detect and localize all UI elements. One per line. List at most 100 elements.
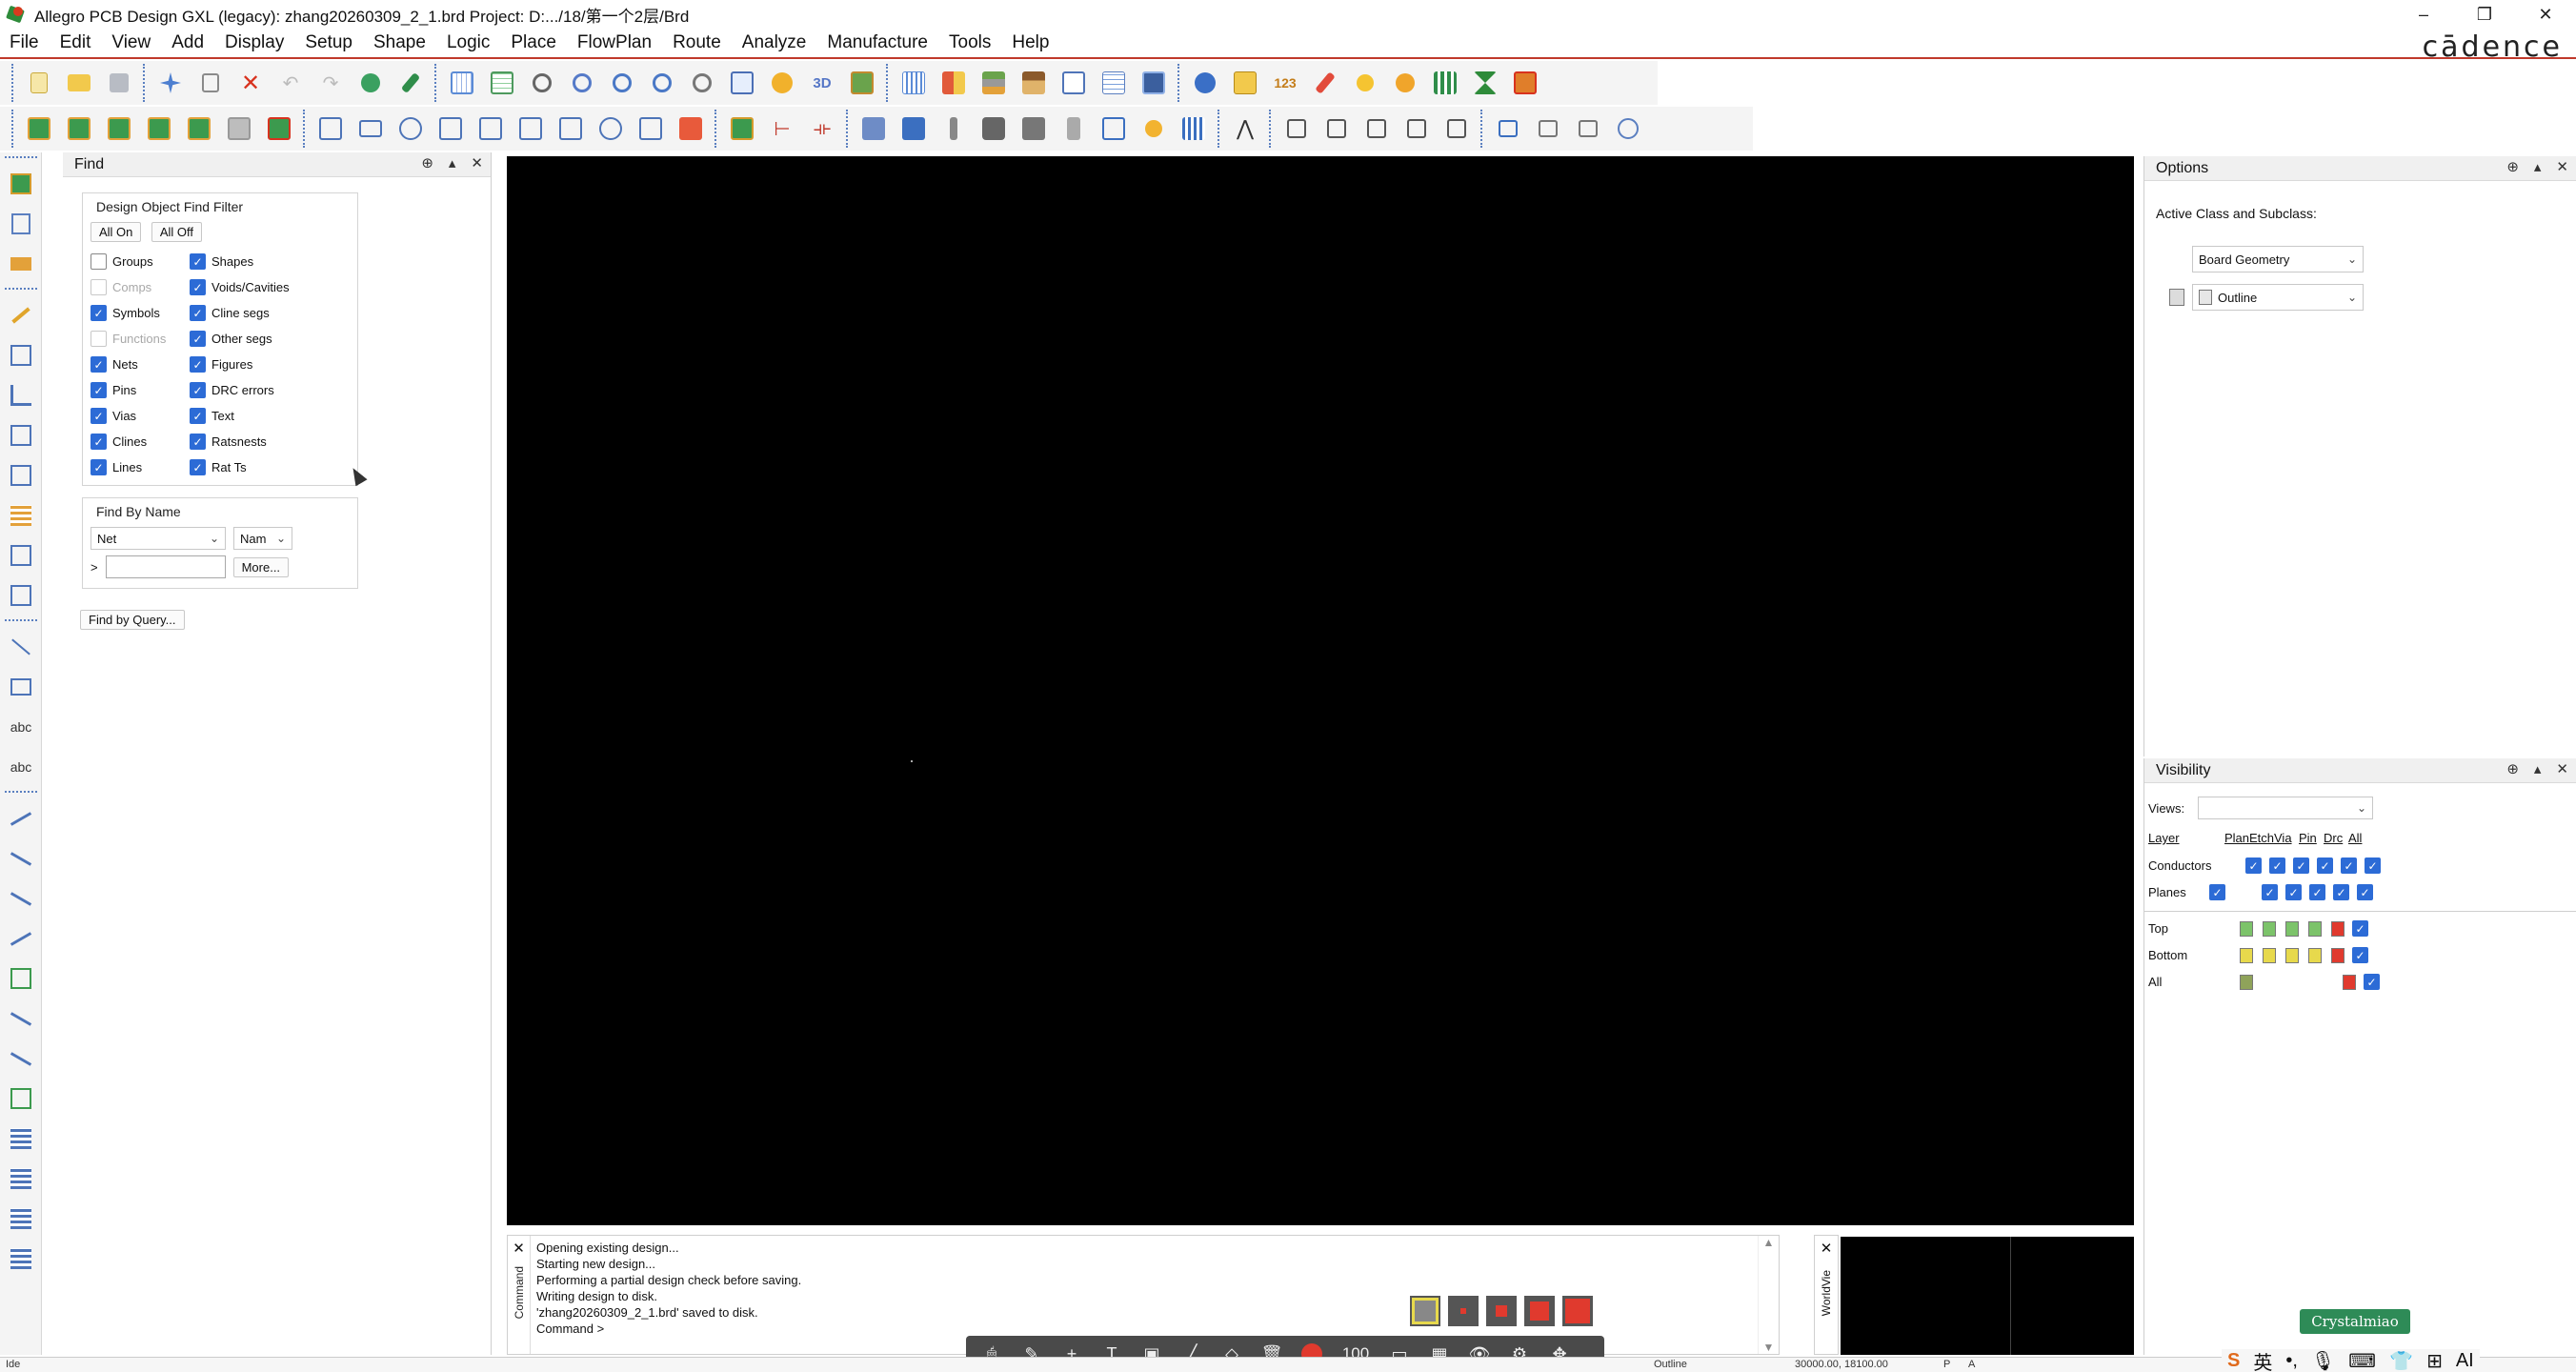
ai-icon[interactable]: AI bbox=[2456, 1350, 2474, 1372]
properties-icon[interactable] bbox=[1137, 67, 1170, 99]
etch-bottom-icon[interactable] bbox=[63, 112, 95, 145]
filter-vias[interactable]: Vias bbox=[91, 408, 190, 424]
conductors-pin-checkbox[interactable] bbox=[2317, 858, 2333, 874]
close-button[interactable]: ✕ bbox=[2515, 0, 2576, 29]
conductors-via-checkbox[interactable] bbox=[2293, 858, 2309, 874]
close-panel-icon[interactable]: ✕ bbox=[2556, 760, 2568, 777]
planes-plan-checkbox[interactable] bbox=[2209, 884, 2225, 900]
filter-lines[interactable]: Lines bbox=[91, 459, 190, 475]
scroll-down-icon[interactable]: ▼ bbox=[1763, 1341, 1775, 1354]
new-file-icon[interactable] bbox=[23, 67, 55, 99]
ime-language-icon[interactable]: 英 bbox=[2253, 1347, 2272, 1372]
subclass-select[interactable]: Outline ⌄ bbox=[2192, 284, 2364, 311]
conductors-etch-checkbox[interactable] bbox=[2269, 858, 2285, 874]
menu-setup[interactable]: Setup bbox=[294, 32, 363, 53]
crystalmiao-badge[interactable]: Crystalmiao bbox=[2300, 1309, 2410, 1334]
color-dialog-icon[interactable] bbox=[937, 67, 970, 99]
flag-icon[interactable] bbox=[1057, 112, 1090, 145]
checkbox[interactable] bbox=[190, 331, 206, 347]
design-canvas[interactable] bbox=[507, 156, 2134, 1225]
filter-groups[interactable]: Groups bbox=[91, 253, 190, 270]
xsection-icon[interactable] bbox=[1017, 67, 1050, 99]
top-plan-color[interactable] bbox=[2240, 920, 2253, 937]
3d-view-icon[interactable]: 3D bbox=[806, 67, 838, 99]
menu-shape[interactable]: Shape bbox=[363, 32, 436, 53]
bottom-all-checkbox[interactable] bbox=[2352, 947, 2368, 963]
add-text-icon[interactable]: abc bbox=[5, 711, 37, 743]
grid-icon[interactable] bbox=[446, 67, 478, 99]
shape-delete-icon[interactable] bbox=[634, 112, 667, 145]
place-mirror-icon[interactable] bbox=[1440, 112, 1473, 145]
menu-edit[interactable]: Edit bbox=[50, 32, 102, 53]
silkscreen-icon[interactable] bbox=[103, 112, 135, 145]
drill-icon[interactable] bbox=[937, 112, 970, 145]
menu-place[interactable]: Place bbox=[500, 32, 567, 53]
filter-other-segs[interactable]: Other segs bbox=[190, 331, 304, 347]
conductors-plan-checkbox[interactable] bbox=[2245, 858, 2262, 874]
top-all-checkbox[interactable] bbox=[2352, 920, 2368, 937]
keyboard-icon[interactable]: ⌨ bbox=[2348, 1349, 2376, 1372]
find-type-select[interactable]: Net ⌄ bbox=[91, 527, 226, 550]
zoom-extents-icon[interactable] bbox=[726, 67, 758, 99]
spreadsheet-icon[interactable] bbox=[1097, 67, 1130, 99]
top-via-color[interactable] bbox=[2285, 920, 2299, 937]
punctuation-icon[interactable]: •, bbox=[2285, 1350, 2298, 1372]
place-icon[interactable] bbox=[5, 168, 37, 200]
bottom-drc-color[interactable] bbox=[2331, 947, 2345, 963]
panel-menu-icon[interactable]: ▴ bbox=[2534, 760, 2542, 777]
place-rotate-icon[interactable] bbox=[1400, 112, 1433, 145]
filter-clines[interactable]: Clines bbox=[91, 434, 190, 450]
shape-circle-icon[interactable] bbox=[394, 112, 427, 145]
zoom-in-icon[interactable] bbox=[606, 67, 638, 99]
worldview-minimap[interactable] bbox=[1841, 1237, 2134, 1355]
close-console-icon[interactable]: ✕ bbox=[513, 1240, 525, 1257]
shape-rectangle-icon[interactable] bbox=[354, 112, 387, 145]
timer-icon[interactable] bbox=[1469, 67, 1501, 99]
restore-button[interactable]: ❐ bbox=[2454, 0, 2515, 29]
bundle-icon[interactable] bbox=[5, 499, 37, 532]
part-icon[interactable] bbox=[5, 208, 37, 240]
statistics-icon[interactable] bbox=[1429, 67, 1461, 99]
close-panel-icon[interactable]: ✕ bbox=[471, 154, 483, 172]
menu-add[interactable]: Add bbox=[161, 32, 214, 53]
via-replace-icon[interactable] bbox=[5, 1242, 37, 1275]
checkbox[interactable] bbox=[91, 253, 107, 270]
grid-setup-icon[interactable] bbox=[897, 67, 930, 99]
windows-cascade-icon[interactable] bbox=[1492, 112, 1524, 145]
panel-menu-icon[interactable]: ▴ bbox=[449, 154, 456, 172]
cline-slide-icon[interactable] bbox=[5, 842, 37, 875]
place-quick-icon[interactable] bbox=[1280, 112, 1313, 145]
find-mode-select[interactable]: Nam ⌄ bbox=[233, 527, 292, 550]
minimize-button[interactable]: – bbox=[2393, 0, 2454, 29]
zoom-previous-icon[interactable] bbox=[686, 67, 718, 99]
class-select[interactable]: Board Geometry ⌄ bbox=[2192, 246, 2364, 272]
planes-all-checkbox[interactable] bbox=[2357, 884, 2373, 900]
checkbox[interactable] bbox=[190, 434, 206, 450]
menu-manufacture[interactable]: Manufacture bbox=[816, 32, 938, 53]
shape-edit-icon[interactable] bbox=[554, 112, 587, 145]
custom-smooth-icon[interactable] bbox=[5, 459, 37, 492]
filter-shapes[interactable]: Shapes bbox=[190, 253, 304, 270]
assembly-icon[interactable] bbox=[143, 112, 175, 145]
flow-icon[interactable] bbox=[5, 539, 37, 572]
bottom-via-color[interactable] bbox=[2285, 947, 2299, 963]
cline-delete-icon[interactable] bbox=[5, 922, 37, 955]
bottom-etch-color[interactable] bbox=[2263, 947, 2276, 963]
conductors-drc-checkbox[interactable] bbox=[2341, 858, 2357, 874]
find-by-query-button[interactable]: Find by Query... bbox=[80, 610, 185, 630]
placebound-icon[interactable] bbox=[183, 112, 215, 145]
bottom-plan-color[interactable] bbox=[2240, 947, 2253, 963]
checkbox[interactable] bbox=[91, 305, 107, 321]
copy-icon[interactable] bbox=[194, 67, 227, 99]
artwork-icon[interactable] bbox=[857, 112, 890, 145]
checkbox[interactable] bbox=[91, 356, 107, 373]
shape-polygon-icon[interactable] bbox=[314, 112, 347, 145]
pdf-icon[interactable] bbox=[897, 112, 930, 145]
save-icon[interactable] bbox=[103, 67, 135, 99]
console-scrollbar[interactable]: ▲ ▼ bbox=[1758, 1236, 1779, 1354]
find-name-input[interactable] bbox=[105, 555, 226, 578]
redraw-icon[interactable] bbox=[766, 67, 798, 99]
menu-flowplan[interactable]: FlowPlan bbox=[567, 32, 662, 53]
menu-view[interactable]: View bbox=[101, 32, 161, 53]
zoom-window-icon[interactable] bbox=[566, 67, 598, 99]
